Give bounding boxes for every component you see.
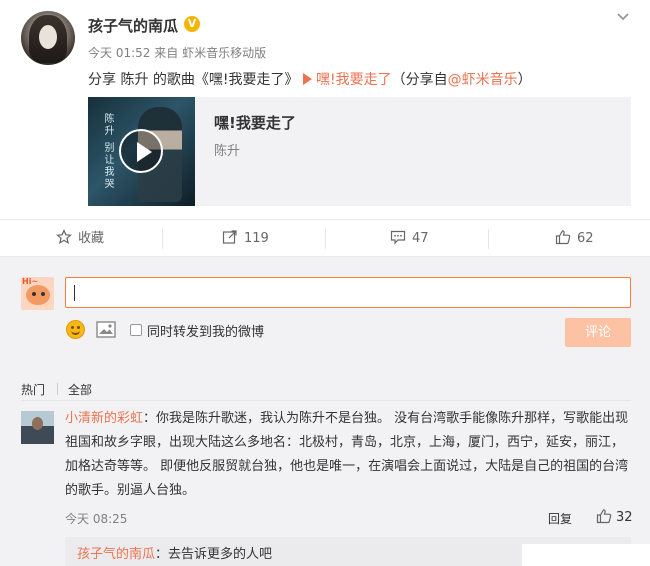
share-suffix-open: （分享自 [391, 72, 448, 88]
comment-like-button[interactable]: 32 [596, 508, 633, 525]
forward-checkbox[interactable] [130, 324, 142, 336]
post-from: 来自 [154, 46, 179, 60]
share-suffix-close: ） [517, 72, 532, 88]
action-divider [325, 229, 326, 249]
comment-input[interactable] [65, 277, 631, 308]
sub-reply-author[interactable]: 孩子气的南瓜 [77, 547, 155, 562]
avatar-face [39, 25, 57, 49]
thumbs-up-icon [596, 509, 612, 524]
commenter-name[interactable]: 小清新的彩虹 [65, 411, 143, 426]
author-avatar[interactable] [21, 11, 75, 65]
verified-icon: V [184, 16, 200, 32]
chevron-down-icon[interactable] [616, 10, 630, 24]
share-prefix: 分享 陈升 的歌曲《嘿!我要走了》 [88, 72, 299, 88]
avatar-eye [32, 292, 36, 296]
emoji-icon[interactable] [66, 320, 85, 339]
thumbs-up-icon [555, 230, 571, 245]
card-artist: 陈升 [214, 144, 241, 159]
image-icon[interactable] [96, 321, 116, 338]
filter-separator [57, 383, 58, 395]
comment-icon [390, 230, 406, 245]
commenter-avatar[interactable] [21, 411, 54, 444]
favorite-label: 收藏 [78, 231, 105, 246]
play-icon [137, 142, 152, 162]
play-icon [302, 73, 312, 85]
reply-button[interactable]: 回复 [548, 510, 572, 527]
corner-overlay [522, 544, 650, 566]
avatar-head [32, 417, 43, 430]
emoji-eye [77, 326, 80, 329]
action-divider [488, 229, 489, 249]
emoji-eye [71, 326, 74, 329]
album-cover[interactable]: 陈升 别让我哭 [88, 97, 195, 206]
post-time[interactable]: 今天 01:52 [88, 46, 150, 60]
comment-count: 47 [412, 231, 429, 246]
filter-divider [21, 400, 631, 401]
emoji-mouth [71, 330, 80, 335]
repost-button[interactable]: 119 [222, 220, 269, 258]
action-bar: 收藏 119 47 62 [0, 219, 650, 257]
star-icon [56, 229, 72, 245]
action-divider [162, 229, 163, 249]
comment-like-count: 32 [616, 510, 633, 525]
music-card[interactable]: 陈升 别让我哭 嘿!我要走了 陈升 [88, 97, 631, 206]
repost-count: 119 [244, 231, 269, 246]
favorite-button[interactable]: 收藏 [56, 220, 104, 258]
avatar-shape [26, 285, 50, 305]
card-title[interactable]: 嘿!我要走了 [214, 112, 296, 133]
post-text: 分享 陈升 的歌曲《嘿!我要走了》 嘿!我要走了（分享自@虾米音乐） [88, 69, 532, 89]
comment-text: ：你我是陈升歌迷，我认为陈升不是台独。 没有台湾歌手能像陈升那样，写歌能出现祖国… [65, 411, 629, 498]
submit-comment-button[interactable]: 评论 [565, 318, 631, 347]
my-avatar[interactable]: Hi~ [21, 277, 54, 310]
comment-section: Hi~ 同时转发到我的微博 评论 热门 全部 小清新的彩虹：你我是陈升歌迷，我认… [0, 257, 650, 566]
weibo-post: 孩子气的南瓜 V 今天 01:52 来自 虾米音乐移动版 分享 陈升 的歌曲《嘿… [0, 0, 650, 219]
repost-icon [222, 230, 237, 244]
xiami-mention-link[interactable]: @虾米音乐 [448, 72, 518, 88]
filter-hot-tab[interactable]: 热门 [21, 383, 45, 397]
avatar-eye [41, 292, 45, 296]
author-name[interactable]: 孩子气的南瓜 [88, 15, 178, 36]
like-button[interactable]: 62 [555, 220, 594, 258]
comment-time: 今天 08:25 [65, 512, 128, 526]
sub-reply-text: 孩子气的南瓜：去告诉更多的人吧 [77, 543, 272, 562]
text-caret [74, 285, 75, 301]
filter-all-tab[interactable]: 全部 [68, 381, 92, 398]
post-source[interactable]: 虾米音乐移动版 [182, 46, 266, 60]
song-link[interactable]: 嘿!我要走了 [302, 72, 392, 88]
album-cover-text: 陈升 别让我哭 [102, 113, 113, 191]
forward-label[interactable]: 同时转发到我的微博 [147, 321, 264, 340]
sub-reply-content: ：去告诉更多的人吧 [155, 547, 273, 562]
play-button[interactable] [119, 129, 163, 173]
comment-button[interactable]: 47 [390, 220, 429, 258]
like-count: 62 [577, 231, 594, 246]
comment-body: 小清新的彩虹：你我是陈升歌迷，我认为陈升不是台独。 没有台湾歌手能像陈升那样，写… [65, 407, 633, 503]
comment-filter: 热门 全部 [21, 381, 92, 398]
post-meta: 今天 01:52 来自 虾米音乐移动版 [88, 44, 266, 61]
